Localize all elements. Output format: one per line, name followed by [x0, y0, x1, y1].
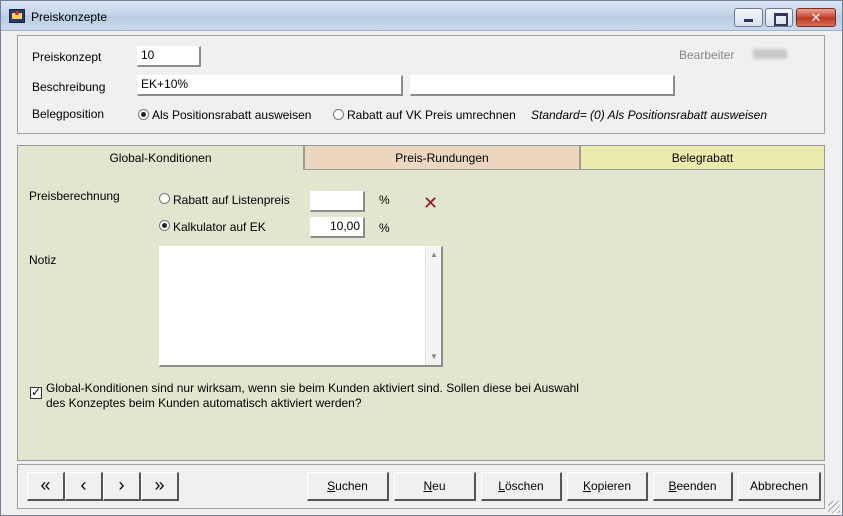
radio-kalkulator-ek[interactable]: [159, 220, 170, 231]
loeschen-label: öschen: [504, 479, 544, 493]
loeschen-button[interactable]: Löschen: [481, 472, 562, 501]
beschreibung-input[interactable]: EK+10%: [137, 75, 403, 96]
auto-activate-checkbox[interactable]: [30, 385, 42, 399]
scroll-up-icon[interactable]: ▲: [426, 247, 442, 263]
neu-mnemonic: N: [423, 479, 433, 493]
auto-activate-text-1[interactable]: Global-Konditionen sind nur wirksam, wen…: [46, 381, 579, 395]
radio-positionsrabatt[interactable]: [138, 109, 149, 120]
preisberechnung-label: Preisberechnung: [29, 189, 120, 203]
kopieren-label: opieren: [590, 479, 632, 493]
percent-symbol-2: %: [379, 221, 390, 235]
first-record-button[interactable]: «: [27, 472, 65, 501]
beenden-button[interactable]: Beenden: [653, 472, 733, 501]
previous-record-button[interactable]: ‹: [65, 472, 103, 501]
standard-hint: Standard= (0) Als Positionsrabatt auswei…: [531, 108, 768, 122]
tab-preis-rundungen[interactable]: Preis-Rundungen: [304, 145, 580, 170]
tab-belegrabatt[interactable]: Belegrabatt: [580, 145, 825, 170]
radio-kalkulator-ek-label[interactable]: Kalkulator auf EK: [173, 220, 266, 234]
tab-global-konditionen[interactable]: Global-Konditionen: [17, 145, 304, 171]
scroll-down-icon[interactable]: ▼: [426, 349, 442, 365]
resize-grip-icon[interactable]: [828, 501, 840, 513]
app-icon: [9, 9, 25, 23]
close-icon: ✕: [810, 10, 822, 25]
preiskonzept-label: Preiskonzept: [32, 50, 102, 64]
radio-rabatt-listenpreis-label[interactable]: Rabatt auf Listenpreis: [173, 193, 290, 207]
suchen-button[interactable]: Suchen: [307, 472, 389, 501]
window-title: Preiskonzepte: [31, 10, 108, 24]
neu-label: eu: [432, 479, 446, 493]
radio-positionsrabatt-label[interactable]: Als Positionsrabatt ausweisen: [152, 108, 311, 122]
notiz-label: Notiz: [29, 253, 57, 267]
auto-activate-text-2[interactable]: des Konzeptes beim Kunden automatisch ak…: [46, 396, 362, 410]
beschreibung-input-2[interactable]: [410, 75, 675, 96]
kopieren-button[interactable]: Kopieren: [567, 472, 648, 501]
radio-vk-preis[interactable]: [333, 109, 344, 120]
preiskonzepte-window: Preiskonzepte ✕ Preiskonzept 10 Bearbeit…: [0, 0, 843, 516]
kalkulator-ek-input[interactable]: 10,00: [310, 217, 365, 238]
suchen-label: uchen: [335, 479, 368, 493]
kopieren-mnemonic: K: [582, 479, 591, 493]
percent-symbol-1: %: [379, 193, 390, 207]
notiz-textarea[interactable]: ▲ ▼: [159, 246, 443, 367]
minimize-button[interactable]: [734, 8, 763, 27]
notiz-scrollbar[interactable]: ▲ ▼: [425, 247, 441, 365]
beenden-label: eenden: [676, 479, 717, 493]
title-bar[interactable]: Preiskonzepte ✕: [1, 1, 842, 31]
rabatt-listenpreis-input[interactable]: [310, 191, 365, 212]
next-record-button[interactable]: ›: [103, 472, 141, 501]
preiskonzept-input[interactable]: 10: [137, 46, 201, 67]
maximize-button[interactable]: [765, 8, 793, 27]
neu-button[interactable]: Neu: [394, 472, 476, 501]
close-button[interactable]: ✕: [796, 8, 836, 27]
beschreibung-label: Beschreibung: [32, 80, 106, 94]
bearbeiter-value-redacted: [753, 49, 787, 59]
last-record-button[interactable]: »: [141, 472, 179, 501]
abbrechen-button[interactable]: Abbrechen: [738, 472, 821, 501]
belegposition-label: Belegposition: [32, 107, 105, 121]
bearbeiter-label: Bearbeiter: [679, 48, 735, 62]
loeschen-mnemonic: L: [498, 479, 505, 493]
suchen-mnemonic: S: [327, 479, 336, 493]
radio-vk-preis-label[interactable]: Rabatt auf VK Preis umrechnen: [347, 108, 516, 122]
notiz-text: [160, 247, 441, 253]
radio-rabatt-listenpreis[interactable]: [159, 193, 170, 204]
clear-x-icon[interactable]: ✕: [423, 194, 438, 212]
